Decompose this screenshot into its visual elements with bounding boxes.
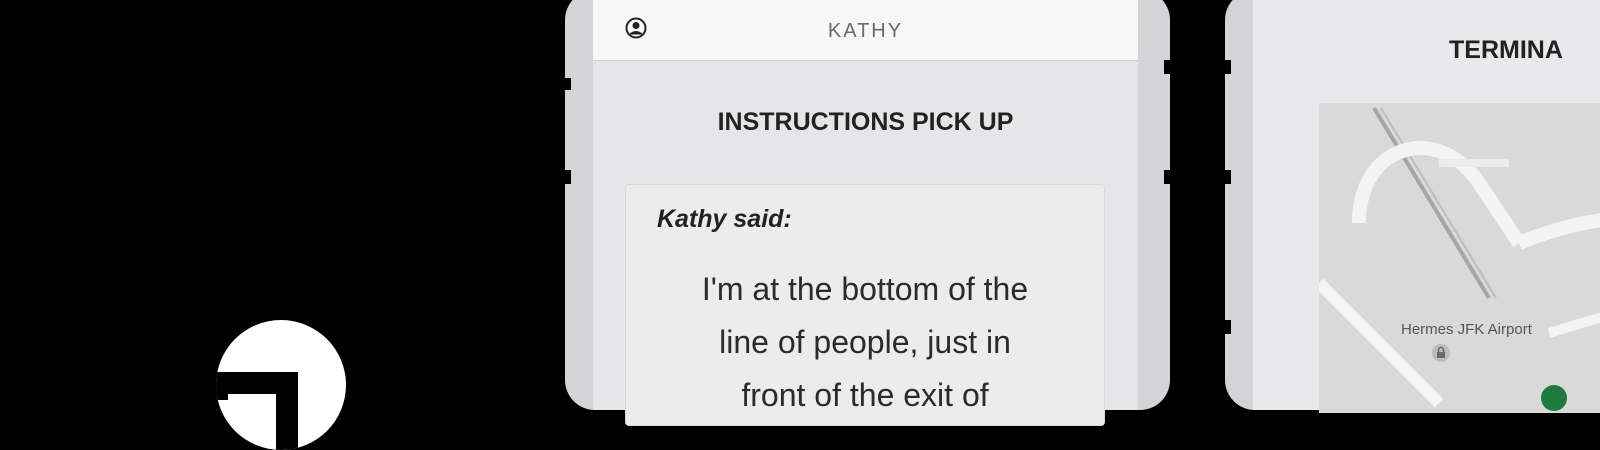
logo-bar-vertical [276,372,298,450]
phone-button-notch [563,170,571,184]
message-text: I'm at the bottom of the line of people,… [646,263,1084,422]
phone-button-notch [1223,320,1231,334]
location-dot-icon[interactable] [1541,385,1567,411]
message-card: Kathy said: I'm at the bottom of the lin… [625,184,1105,426]
phone-button-notch [1223,60,1231,74]
phone-instructions: KATHY INSTRUCTIONS PICK UP Kathy said: I… [563,0,1172,426]
header-bar: KATHY [593,0,1138,61]
phone-button-notch [1164,170,1172,184]
phone-screen: KATHY INSTRUCTIONS PICK UP Kathy said: I… [593,0,1138,426]
phone-button-notch [1164,60,1172,74]
lock-icon [1432,344,1450,362]
phone-button-notch [563,78,571,90]
message-line: front of the exit of [741,377,989,413]
phone-map: TERMINA Hermes JFK Airport [1223,0,1600,413]
message-author: Kathy said: [657,205,792,233]
phone-button-notch [1223,170,1231,184]
brand-logo [216,320,346,450]
phone-screen: TERMINA Hermes JFK Airport [1253,0,1600,413]
map-title: TERMINA [1449,36,1563,64]
message-line: line of people, just in [719,324,1011,360]
map-roads [1319,106,1600,408]
section-title: INSTRUCTIONS PICK UP [717,108,1014,136]
map-poi-label: Hermes JFK Airport [1401,321,1532,338]
message-line: I'm at the bottom of the [701,271,1029,307]
logo-square [216,388,228,400]
contact-name: KATHY [827,20,904,42]
map-view[interactable]: Hermes JFK Airport [1319,103,1600,413]
